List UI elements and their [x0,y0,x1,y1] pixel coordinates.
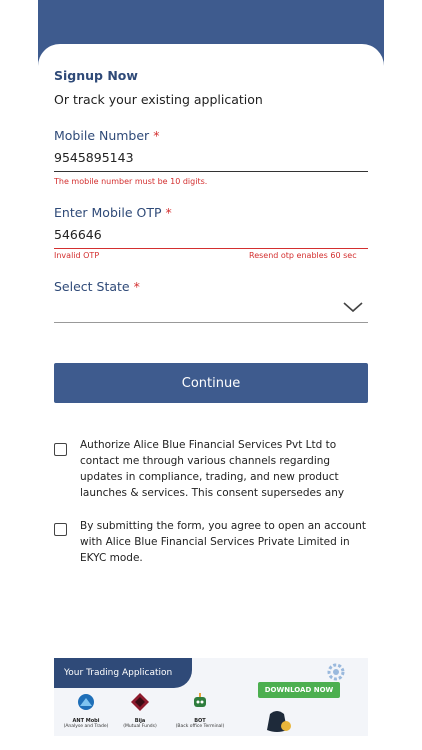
otp-error: Invalid OTP [54,251,100,260]
app-bot: BOT (Back office Terminal) [170,692,230,729]
rupee-bag-icon [267,711,291,732]
required-mark: * [133,279,140,294]
gear-icon [327,663,345,681]
ant-icon [78,694,94,710]
consent-text-1: Authorize Alice Blue Financial Services … [80,439,345,499]
mobile-number-label: Mobile Number * [54,128,160,143]
required-mark: * [153,128,160,143]
app-ant-mobi: ANT Mobi (Analyse and Trade) [56,692,116,729]
track-application-link[interactable]: Or track your existing application [54,92,263,107]
otp-underline [54,248,368,249]
trading-app-banner[interactable]: Your Trading Application ANT Mobi (Analy… [54,658,368,736]
state-label: Select State * [54,279,140,294]
mobile-error: The mobile number must be 10 digits. [54,177,208,186]
otp-label: Enter Mobile OTP * [54,205,172,220]
chevron-down-icon[interactable] [342,300,364,314]
banner-title: Your Trading Application [54,658,192,688]
consent-checkbox-2[interactable] [54,523,67,536]
bija-icon [131,693,149,711]
state-select[interactable] [54,296,368,322]
download-now-button[interactable]: DOWNLOAD NOW [258,682,340,698]
mobile-number-input[interactable] [54,150,354,165]
consent-text-2: By submitting the form, you agree to ope… [80,520,366,564]
mobile-underline [54,171,368,172]
continue-button[interactable]: Continue [54,363,368,403]
page-title: Signup Now [54,68,138,83]
consent-checkbox-1[interactable] [54,443,67,456]
otp-input[interactable] [54,227,354,242]
app-bija: Bija (Mutual Funds) [110,692,170,729]
bot-icon [194,693,206,707]
state-underline [54,322,368,323]
resend-otp-note: Resend otp enables 60 sec [249,251,357,260]
required-mark: * [165,205,172,220]
